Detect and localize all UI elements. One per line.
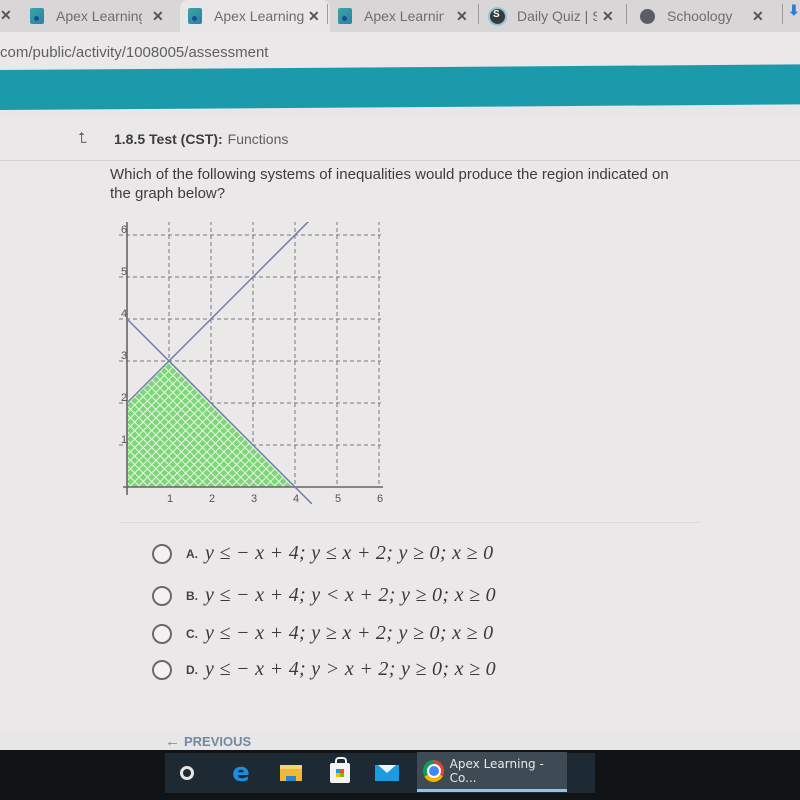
mail-icon — [375, 765, 399, 781]
activity-code: 1.8.5 Test (CST): — [114, 130, 223, 147]
series-line-2 — [126, 222, 310, 404]
y-tick-label: 4 — [121, 308, 127, 320]
y-tick-label: 1 — [121, 434, 127, 446]
y-tick-label: 6 — [121, 224, 127, 236]
globe-icon — [640, 8, 655, 24]
option-letter: A. — [186, 546, 198, 561]
download-icon[interactable]: ⬇ — [788, 2, 800, 24]
tab-title: Apex Learning — [214, 8, 305, 24]
x-tick-label: 2 — [209, 493, 215, 505]
tab-title: Daily Quiz | Sc — [517, 8, 597, 24]
tab-close-icon[interactable]: ✕ — [602, 8, 614, 25]
y-tick-label: 3 — [121, 350, 127, 362]
window-label: Apex Learning - Co... — [449, 756, 544, 785]
file-explorer-icon — [280, 765, 302, 781]
url-text[interactable]: com/public/activity/1008005/assessment — [0, 44, 268, 61]
header-divider — [0, 160, 800, 161]
x-tick-label: 1 — [167, 493, 173, 505]
inequality-graph: 1 2 3 4 5 6 1 2 3 4 5 6 — [119, 222, 383, 505]
cortana-icon — [180, 766, 194, 780]
activity-subject: Functions — [227, 130, 289, 147]
radio-button[interactable] — [152, 585, 172, 606]
tab-close-icon[interactable]: ✕ — [752, 8, 764, 25]
answer-option-b[interactable]: B. y ≤ − x + 4; y < x + 2; y ≥ 0; x ≥ 0 — [152, 584, 496, 607]
radio-button[interactable] — [152, 659, 172, 680]
taskbar-chrome-window[interactable]: Apex Learning - Co... — [417, 752, 567, 792]
apex-icon — [188, 8, 202, 24]
store-button[interactable] — [325, 756, 355, 790]
x-tick-label: 6 — [377, 493, 383, 505]
store-icon — [330, 757, 350, 783]
back-up-icon[interactable]: ⮤ — [78, 130, 96, 147]
option-text: y ≤ − x + 4; y ≥ x + 2; y ≥ 0; x ≥ 0 — [205, 622, 494, 644]
tab-apex-learning-3[interactable]: Apex Learning ✕ — [338, 0, 480, 32]
tab-title: Apex Learning — [56, 8, 142, 24]
tab-close-icon[interactable]: ✕ — [308, 8, 320, 25]
option-letter: C. — [186, 626, 198, 641]
site-header-band — [0, 64, 800, 110]
option-letter: B. — [186, 588, 198, 603]
tab-separator — [478, 4, 479, 24]
schoology-s-icon — [490, 8, 505, 24]
tab-close-icon[interactable]: ✕ — [0, 7, 12, 24]
options-divider — [120, 522, 700, 523]
tab-separator — [782, 4, 783, 24]
x-tick-label: 4 — [293, 493, 299, 505]
tab-separator — [626, 4, 627, 24]
x-tick-label: 3 — [251, 493, 257, 505]
tab-daily-quiz[interactable]: Daily Quiz | Sc ✕ — [490, 0, 625, 32]
radio-button[interactable] — [152, 623, 172, 644]
arrow-left-icon: ← — [165, 733, 180, 750]
tab-apex-learning-2[interactable]: Apex Learning ✕ — [180, 0, 330, 32]
edge-icon: e — [232, 758, 250, 788]
y-tick-label: 2 — [121, 392, 127, 404]
previous-label: PREVIOUS — [184, 734, 252, 749]
tab-schoology[interactable]: Schoology ✕ — [640, 0, 780, 32]
option-text: y ≤ − x + 4; y < x + 2; y ≥ 0; x ≥ 0 — [205, 584, 496, 606]
address-bar[interactable]: com/public/activity/1008005/assessment — [0, 32, 800, 68]
file-explorer-button[interactable] — [276, 756, 306, 790]
option-text: y ≤ − x + 4; y > x + 2; y ≥ 0; x ≥ 0 — [205, 658, 496, 680]
answer-option-d[interactable]: D. y ≤ − x + 4; y > x + 2; y ≥ 0; x ≥ 0 — [152, 658, 496, 681]
cortana-button[interactable] — [175, 756, 199, 790]
option-text: y ≤ − x + 4; y ≤ x + 2; y ≥ 0; x ≥ 0 — [205, 542, 494, 564]
radio-button[interactable] — [152, 543, 172, 564]
tab-close-icon[interactable]: ✕ — [456, 8, 468, 25]
mail-button[interactable] — [372, 756, 402, 790]
tab-separator — [327, 4, 328, 24]
answer-option-c[interactable]: C. y ≤ − x + 4; y ≥ x + 2; y ≥ 0; x ≥ 0 — [152, 622, 493, 645]
previous-button[interactable]: ← PREVIOUS — [165, 733, 251, 750]
apex-icon — [338, 8, 352, 24]
answer-option-a[interactable]: A. y ≤ − x + 4; y ≤ x + 2; y ≥ 0; x ≥ 0 — [152, 542, 493, 565]
option-letter: D. — [186, 662, 198, 677]
edge-button[interactable]: e — [226, 756, 256, 790]
tab-apex-learning-1[interactable]: Apex Learning ✕ — [30, 0, 180, 32]
tab-close-icon[interactable]: ✕ — [152, 8, 164, 25]
shaded-region — [126, 360, 296, 488]
question-text: Which of the following systems of inequa… — [110, 166, 669, 202]
apex-icon — [30, 8, 44, 24]
x-tick-label: 5 — [335, 493, 341, 505]
browser-tab-strip: ✕ Apex Learning ✕ Apex Learning ✕ Apex L… — [0, 0, 800, 32]
y-tick-label: 5 — [121, 266, 127, 278]
tab-title: Schoology — [667, 8, 733, 24]
tab-title: Apex Learning — [364, 8, 444, 24]
breadcrumb: ⮤ 1.8.5 Test (CST): Functions — [78, 130, 288, 147]
chrome-icon — [423, 759, 444, 782]
